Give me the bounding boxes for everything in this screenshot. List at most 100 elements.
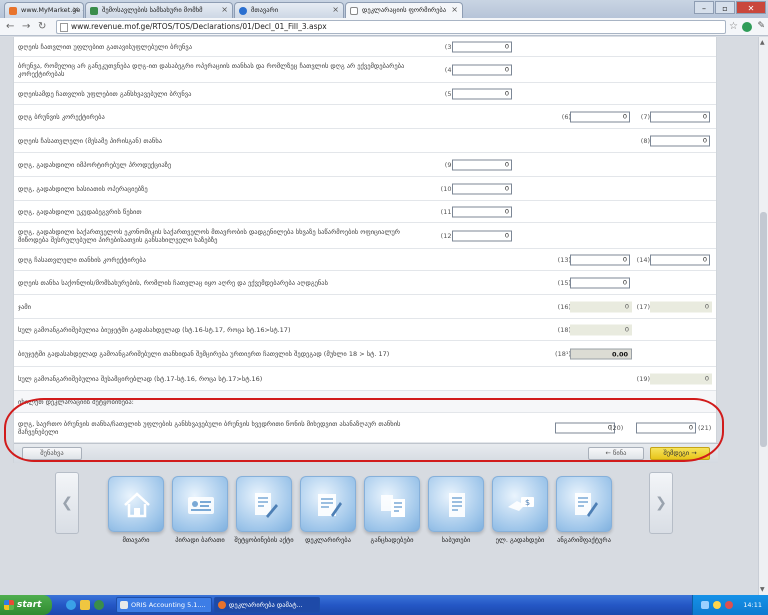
wrench-menu-icon[interactable]: ✎ [757,21,765,31]
invoice-icon [575,493,598,517]
id-card-icon [188,497,214,514]
folder-quicklaunch-icon[interactable] [80,600,90,610]
form-row-8: დღეის ჩასათვლელი (მესამე პირისგან) თანხა… [14,129,716,153]
declaration-icon [318,494,342,517]
scrollbar-thumb[interactable] [760,212,767,447]
field-18-1-readonly: 0.00 [570,348,632,359]
back-arrow-icon[interactable]: ← [6,21,14,33]
applications-icon [381,495,405,517]
payment-icon: $ [508,497,534,511]
page-scrollbar[interactable]: ▲ ▼ [758,37,768,595]
field-10-input[interactable]: 0 [452,183,512,194]
task-chrome-declaration[interactable]: დეკლარირება დამატ... [214,597,320,613]
form-row-12: დღგ, გადახდილი საქართველოს ეკონომიკის სა… [14,223,716,249]
field-18-readonly: 0 [570,324,632,335]
tab-revenue-service[interactable]: შემოსავლების სამსახური მომხმ × [85,2,233,18]
dock-label-documents: საბუთები [441,536,471,544]
close-tab-icon[interactable]: × [451,5,458,14]
browser-tab-strip: www.MyMarket.ge - ფასიანი × შემოსავლების… [0,0,768,18]
red-annotation-outline [4,398,724,462]
close-tab-icon[interactable]: × [221,5,228,14]
field-19-readonly: 0 [650,373,712,384]
page-viewport: დღეის ჩათვლით უფლებით გათავისუფლებული ბრ… [0,37,758,595]
network-tray-icon[interactable] [701,601,709,609]
form-row-total: ჯამი (16) 0 (17) 0 [14,295,716,319]
extension-icon[interactable] [742,22,752,32]
start-button[interactable]: start [0,595,52,615]
form-row-11: დღგ, გადახდილი უკუდაბეგვრის წესით (11) 0 [14,201,716,223]
close-window-button[interactable]: ✕ [736,1,766,14]
main-favicon-icon [239,7,247,15]
dock-profile-tile[interactable] [172,476,228,532]
field-7-input[interactable]: 0 [650,111,710,122]
ie-quicklaunch-icon[interactable] [66,600,76,610]
windows-logo-icon [4,600,14,610]
chrome-app-icon [218,601,226,609]
form-row-18: სულ გამოანგარიშებულია ბიუჯეტში გადასახდე… [14,319,716,341]
task-oris-accounting[interactable]: ORIS Accounting 5.1.... [116,597,212,613]
form-row-4: ბრუნვა, რომელიც არ განეკუთვნება დღგ-ით დ… [14,57,716,83]
reload-icon[interactable]: ↻ [38,21,46,33]
field-15-input[interactable]: 0 [570,277,630,288]
dock-invoice-tile[interactable] [556,476,612,532]
form-row-6-7: დღგ ბრუნვის კორექტირება (6) 0 (7) 0 [14,105,716,129]
form-row-18-1: ბიუჯეტში გადასახდელად გამოანგარიშებული თ… [14,341,716,367]
field-8-input[interactable]: 0 [650,135,710,146]
minimize-button[interactable]: – [694,1,714,14]
field-4-input[interactable]: 0 [452,64,512,75]
scroll-up-arrow-icon[interactable]: ▲ [760,39,765,46]
field-17-readonly: 0 [650,301,712,312]
field-5-input[interactable]: 0 [452,88,512,99]
dock-label-payments: ელ. გადახდები [495,536,545,544]
home-icon [124,492,150,518]
documents-icon [449,493,465,517]
dock-declaration-tile[interactable] [300,476,356,532]
form-row-10: დღგ, გადახდილი ხასიათის ოპერაციებზე (10)… [14,177,716,201]
tab-main[interactable]: მთავარი × [234,2,344,18]
dock-next-arrow-icon[interactable]: ❯ [649,472,673,534]
dock-label-home: მთავარი [122,536,150,544]
form-row-9: დღგ, გადახდილი იმპორტირებულ პროდუქციაზე … [14,153,716,177]
dock-documents-tile[interactable] [428,476,484,532]
scroll-down-arrow-icon[interactable]: ▼ [760,586,765,593]
form-row-3: დღეის ჩათვლით უფლებით გათავისუფლებული ბრ… [14,37,716,57]
tab-declaration-form[interactable]: დეკლარაციის ფორმირება × [345,2,463,18]
field-3-input[interactable]: 0 [452,41,512,52]
forward-arrow-icon[interactable]: → [22,21,30,33]
dock-label-notification: შეტყობინების აქტი [234,536,294,544]
field-12-input[interactable]: 0 [452,230,512,241]
volume-tray-icon[interactable] [713,601,721,609]
window-controls: – ▫ ✕ [694,1,766,14]
revenue-favicon-icon [90,7,98,15]
field-6-input[interactable]: 0 [570,111,630,122]
security-tray-icon[interactable] [725,601,733,609]
dock-notification-tile[interactable] [236,476,292,532]
clock[interactable]: 14:11 [743,595,762,615]
dock-label-applications: განცხადებები [370,536,414,544]
field-13-input[interactable]: 0 [570,254,630,265]
form-row-13-14: დღგ ჩასათვლელი თანხის კორექტირება (13) 0… [14,249,716,271]
system-tray: 14:11 [692,595,768,615]
service-dock: ❮ ❯ მთავარი პირადი ბარათი შეტყობინების ა… [55,472,675,592]
close-tab-icon[interactable]: × [72,5,79,14]
field-9-input[interactable]: 0 [452,159,512,170]
form-row-19: სულ გამოანგარიშებულია შესამცირებლად (სტ.… [14,367,716,391]
field-16-readonly: 0 [570,301,632,312]
chrome-quicklaunch-icon[interactable] [94,600,104,610]
close-tab-icon[interactable]: × [332,5,339,14]
document-pen-icon [255,493,278,518]
dock-home-tile[interactable] [108,476,164,532]
address-bar[interactable]: www.revenue.mof.ge/RTOS/TOS/Declarations… [56,20,726,34]
dock-payments-tile[interactable]: $ [492,476,548,532]
dock-prev-arrow-icon[interactable]: ❮ [55,472,79,534]
bookmark-star-icon[interactable]: ☆ [729,21,738,33]
mymarket-favicon-icon [9,7,17,15]
address-bar-url: www.revenue.mof.ge/RTOS/TOS/Declarations… [71,22,327,31]
dock-label-profile: პირადი ბარათი [175,536,225,544]
maximize-button[interactable]: ▫ [715,1,735,14]
svg-text:$: $ [525,498,530,507]
dock-applications-tile[interactable] [364,476,420,532]
field-14-input[interactable]: 0 [650,254,710,265]
field-11-input[interactable]: 0 [452,206,512,217]
tab-mymarket[interactable]: www.MyMarket.ge - ფასიანი × [4,2,84,18]
